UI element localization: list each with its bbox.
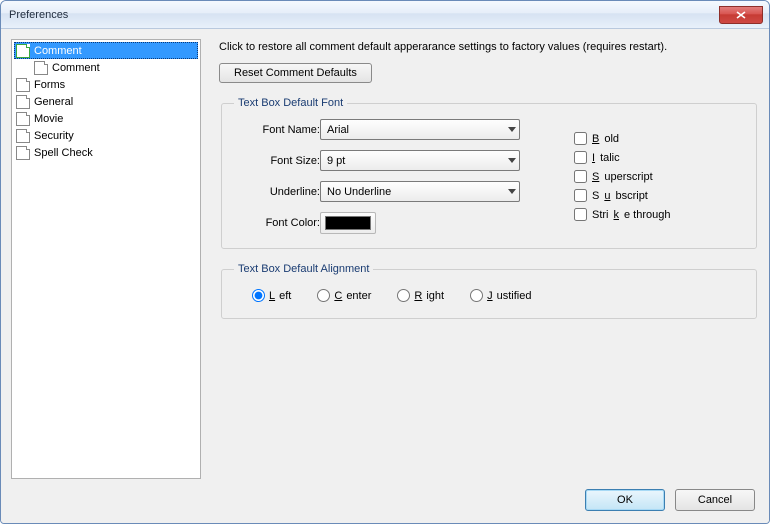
align-left-radio[interactable]: Left — [252, 289, 291, 302]
tree-item-spellcheck[interactable]: Spell Check — [14, 144, 198, 161]
font-color-label: Font Color: — [234, 217, 320, 229]
alignment-group: Text Box Default Alignment Left Center R… — [221, 263, 757, 319]
align-justified-radio[interactable]: Justified — [470, 289, 531, 302]
font-name-label: Font Name: — [234, 124, 320, 136]
page-icon — [16, 44, 30, 58]
window-title: Preferences — [9, 9, 68, 21]
font-color-picker[interactable] — [320, 212, 376, 234]
chevron-down-icon — [508, 158, 516, 163]
tree-label: Spell Check — [34, 147, 93, 159]
page-icon — [16, 95, 30, 109]
font-size-label: Font Size: — [234, 155, 320, 167]
tree-item-movie[interactable]: Movie — [14, 110, 198, 127]
chevron-down-icon — [508, 189, 516, 194]
titlebar[interactable]: Preferences — [1, 1, 769, 29]
checkbox-input[interactable] — [574, 208, 587, 221]
preferences-window: Preferences Comment Comment Forms — [0, 0, 770, 524]
alignment-group-legend: Text Box Default Alignment — [234, 263, 373, 275]
bold-checkbox[interactable]: Bold — [574, 132, 670, 145]
radio-input[interactable] — [317, 289, 330, 302]
close-icon — [736, 11, 746, 19]
underline-label: Underline: — [234, 186, 320, 198]
tree-item-comment[interactable]: Comment — [14, 42, 198, 59]
tree-item-forms[interactable]: Forms — [14, 76, 198, 93]
tree-label: Security — [34, 130, 74, 142]
checkbox-input[interactable] — [574, 132, 587, 145]
strikethrough-checkbox[interactable]: Strike through — [574, 208, 670, 221]
tree-label: General — [34, 96, 73, 108]
combo-value: No Underline — [327, 186, 391, 198]
tree-label: Movie — [34, 113, 63, 125]
page-icon — [16, 146, 30, 160]
cancel-button[interactable]: Cancel — [675, 489, 755, 511]
radio-input[interactable] — [252, 289, 265, 302]
tree-label: Comment — [34, 45, 82, 57]
font-group: Text Box Default Font Font Name: Arial F… — [221, 97, 757, 249]
tree-item-general[interactable]: General — [14, 93, 198, 110]
category-tree[interactable]: Comment Comment Forms General Movie — [11, 39, 201, 479]
page-icon — [16, 78, 30, 92]
italic-checkbox[interactable]: Italic — [574, 151, 670, 164]
checkbox-input[interactable] — [574, 170, 587, 183]
dialog-footer: OK Cancel — [1, 489, 769, 523]
subscript-checkbox[interactable]: Subscript — [574, 189, 670, 202]
tree-label: Forms — [34, 79, 65, 91]
combo-value: Arial — [327, 124, 349, 136]
tree-item-comment-child[interactable]: Comment — [32, 59, 198, 76]
ok-button[interactable]: OK — [585, 489, 665, 511]
restore-description: Click to restore all comment default app… — [219, 41, 759, 53]
checkbox-input[interactable] — [574, 151, 587, 164]
font-style-checks: Bold Italic Superscript Subscript Strike… — [574, 132, 670, 221]
font-name-combo[interactable]: Arial — [320, 119, 520, 140]
page-icon — [16, 129, 30, 143]
page-icon — [16, 112, 30, 126]
align-right-radio[interactable]: Right — [397, 289, 444, 302]
color-swatch-icon — [325, 216, 371, 230]
reset-defaults-button[interactable]: Reset Comment Defaults — [219, 63, 372, 83]
tree-label: Comment — [52, 62, 100, 74]
close-button[interactable] — [719, 6, 763, 24]
page-icon — [34, 61, 48, 75]
underline-combo[interactable]: No Underline — [320, 181, 520, 202]
radio-input[interactable] — [470, 289, 483, 302]
font-group-legend: Text Box Default Font — [234, 97, 347, 109]
tree-item-security[interactable]: Security — [14, 127, 198, 144]
combo-value: 9 pt — [327, 155, 345, 167]
radio-input[interactable] — [397, 289, 410, 302]
settings-panel: Click to restore all comment default app… — [219, 39, 759, 479]
align-center-radio[interactable]: Center — [317, 289, 371, 302]
chevron-down-icon — [508, 127, 516, 132]
checkbox-input[interactable] — [574, 189, 587, 202]
dialog-content: Comment Comment Forms General Movie — [1, 29, 769, 523]
font-size-combo[interactable]: 9 pt — [320, 150, 520, 171]
superscript-checkbox[interactable]: Superscript — [574, 170, 670, 183]
